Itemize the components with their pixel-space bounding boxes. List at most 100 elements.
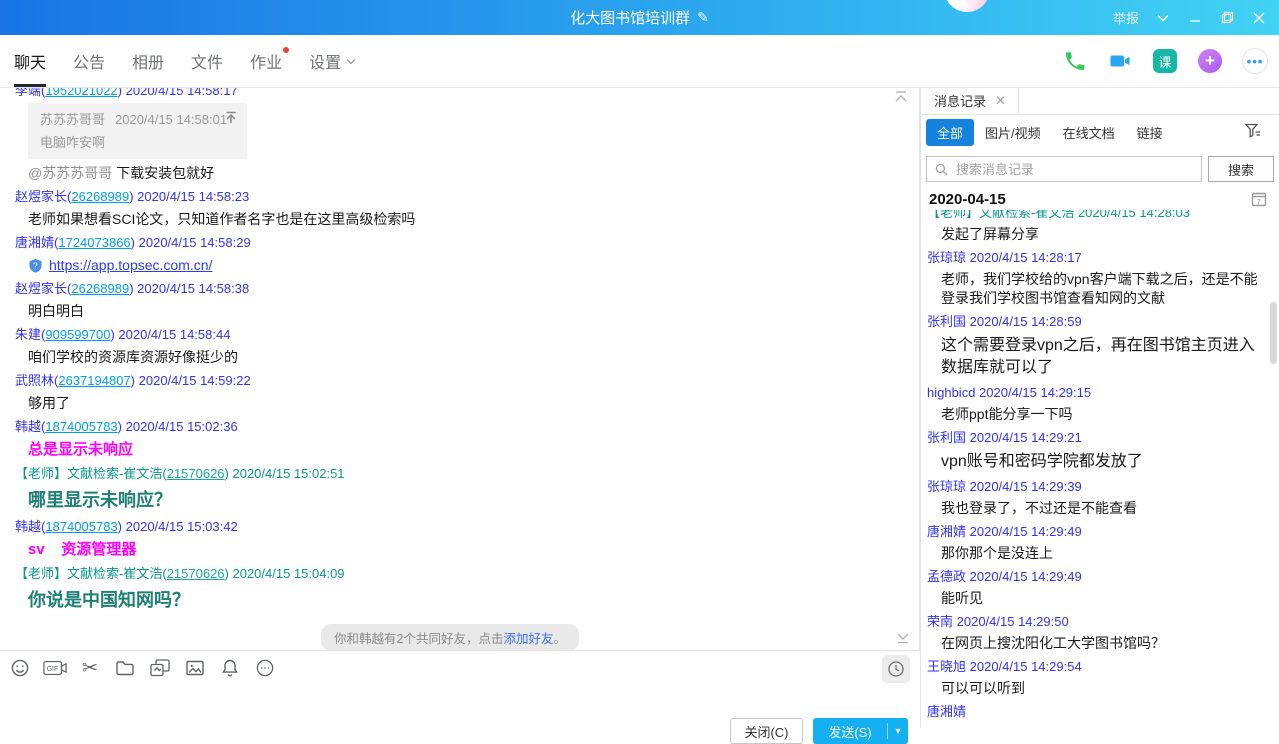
author-name: 【老师】文献检索-崔文浩 xyxy=(927,210,1074,220)
filter-images-videos[interactable]: 图片/视频 xyxy=(974,119,1052,146)
restore-button[interactable] xyxy=(1213,5,1241,31)
tab-files[interactable]: 文件 xyxy=(191,35,223,87)
message-text: 老师，我们学校给的vpn客户端下载之后，还是不能登录我们学校图书馆查看知网的文献 xyxy=(941,270,1269,308)
tab-album[interactable]: 相册 xyxy=(132,35,164,87)
qq-number-link[interactable]: 909599700 xyxy=(45,327,110,342)
svg-text:?: ? xyxy=(33,260,38,270)
message-text: @苏苏苏哥哥 下载安装包就好 xyxy=(28,165,885,182)
author-name: 唐湘婧 xyxy=(927,524,966,539)
search-box[interactable] xyxy=(926,156,1202,182)
author-name: 唐湘婧 xyxy=(15,235,54,250)
author-name: 韩越 xyxy=(15,419,41,434)
settings-caret-icon xyxy=(346,58,356,65)
message-author-line: 唐湘婧 2020/4/15 14:29:49 xyxy=(927,523,1269,540)
message-time: 2020/4/15 14:29:21 xyxy=(966,430,1082,445)
author-name: 赵煜家长 xyxy=(15,189,67,204)
message-author-line: 武照林(2637194807) 2020/4/15 14:59:22 xyxy=(15,372,885,389)
send-options-caret-icon[interactable]: ▾ xyxy=(888,726,908,737)
calendar-icon[interactable]: 7 xyxy=(1251,191,1267,207)
tab-settings[interactable]: 设置 xyxy=(309,35,356,87)
minimize-button[interactable] xyxy=(1181,5,1209,31)
search-input[interactable] xyxy=(954,161,1193,178)
filter-online-docs[interactable]: 在线文档 xyxy=(1052,119,1126,146)
tab-homework[interactable]: 作业 xyxy=(250,35,282,87)
input-area[interactable]: GIF ✂ xyxy=(0,650,920,728)
more-tools-icon[interactable] xyxy=(253,656,277,680)
message-time: 2020/4/15 15:02:36 xyxy=(122,419,238,434)
qq-number-link[interactable]: 21570626 xyxy=(167,466,225,481)
invite-member-icon[interactable]: + xyxy=(1197,48,1223,74)
folder-icon[interactable] xyxy=(113,656,137,680)
message-text: 总是显示未响应 xyxy=(28,440,885,459)
svg-text:7: 7 xyxy=(1257,197,1261,206)
history-tab-close-icon[interactable]: ✕ xyxy=(995,93,1006,109)
message-time: 2020/4/15 14:28:03 xyxy=(1074,210,1190,220)
message-author-line: 唐湘婧 xyxy=(927,703,1269,720)
author-name: 孟德政 xyxy=(927,569,966,584)
message-text: 老师如果想看SCI论文，只知道作者名字也是在这里高级检索吗 xyxy=(28,211,885,228)
tab-chat[interactable]: 聊天 xyxy=(14,35,46,87)
qq-number-link[interactable]: 1952021022 xyxy=(45,87,117,98)
screenshot-icon[interactable]: ✂ xyxy=(78,656,102,680)
author-name: 荣南 xyxy=(927,614,953,629)
message-author-line: 荣南 2020/4/15 14:29:50 xyxy=(927,613,1269,630)
more-actions-icon[interactable]: ••• xyxy=(1242,48,1268,74)
qq-number-link[interactable]: 2637194807 xyxy=(58,373,130,388)
close-window-button[interactable] xyxy=(1245,5,1273,31)
mention-link[interactable]: @苏苏苏哥哥 xyxy=(28,165,112,181)
qq-number-link[interactable]: 1874005783 xyxy=(45,519,117,534)
history-message-list: 【老师】文献检索-崔文浩 2020/4/15 14:28:03发起了屏幕分享张琼… xyxy=(927,210,1269,728)
message-author-line: 【老师】文献检索-崔文浩(21570626) 2020/4/15 15:04:0… xyxy=(15,565,885,582)
message-author-line: 张琼琼 2020/4/15 14:29:39 xyxy=(927,478,1269,495)
qq-number-link[interactable]: 26268989 xyxy=(71,281,129,296)
send-button[interactable]: 发送(S) ▾ xyxy=(813,718,908,744)
message-history-clock-icon[interactable] xyxy=(882,655,910,683)
message-time: 2020/4/15 14:28:17 xyxy=(966,250,1082,265)
message-text: 哪里显示未响应？ xyxy=(28,488,885,512)
bell-icon[interactable] xyxy=(218,656,242,680)
filter-all[interactable]: 全部 xyxy=(926,119,974,146)
voice-call-icon[interactable] xyxy=(1062,48,1088,74)
course-icon[interactable]: 课 xyxy=(1152,48,1178,74)
history-filters: 全部 图片/视频 在线文档 链接 xyxy=(926,120,1174,145)
image-icon[interactable] xyxy=(183,656,207,680)
edit-title-icon[interactable]: ✎ xyxy=(697,9,709,26)
report-button[interactable]: 举报 xyxy=(1107,8,1145,27)
message-author-line: 韩越(1874005783) 2020/4/15 15:02:36 xyxy=(15,418,885,435)
message-text: 这个需要登录vpn之后，再在图书馆主页进入数据库就可以了 xyxy=(941,335,1269,379)
qq-number-link[interactable]: 26268989 xyxy=(71,189,129,204)
message-author-line: 王晓旭 2020/4/15 14:29:54 xyxy=(927,658,1269,675)
history-scrollbar-thumb[interactable] xyxy=(1270,302,1277,364)
history-tab[interactable]: 消息记录 ✕ xyxy=(921,87,1019,114)
message-author-line: 张利国 2020/4/15 14:29:21 xyxy=(927,429,1269,446)
jump-to-message-icon[interactable] xyxy=(224,111,238,124)
message-time: 2020/4/15 14:58:44 xyxy=(115,327,231,342)
emoji-icon[interactable] xyxy=(8,656,32,680)
message-author-line: 【老师】文献检索-崔文浩 2020/4/15 14:28:03 xyxy=(927,210,1269,221)
message-text: 咱们学校的资源库资源好像挺少的 xyxy=(28,349,885,366)
qq-number-link[interactable]: 1724073866 xyxy=(58,235,130,250)
filter-funnel-icon[interactable] xyxy=(1245,123,1261,138)
message-url-link[interactable]: https://app.topsec.com.cn/ xyxy=(49,257,212,274)
video-call-icon[interactable] xyxy=(1107,48,1133,74)
filter-links[interactable]: 链接 xyxy=(1126,119,1174,146)
search-button[interactable]: 搜索 xyxy=(1208,156,1274,182)
message-author-line: 李端(1952021022) 2020/4/15 14:58:17 xyxy=(15,87,885,99)
qq-number-link[interactable]: 21570626 xyxy=(167,566,225,581)
tab-announcement[interactable]: 公告 xyxy=(73,35,105,87)
gif-icon[interactable]: GIF xyxy=(43,656,67,680)
homework-badge xyxy=(283,47,289,53)
scroll-to-bottom-icon[interactable] xyxy=(895,632,911,644)
screen-share-icon[interactable] xyxy=(148,656,172,680)
add-friend-link[interactable]: 添加好友 xyxy=(503,632,553,646)
scroll-to-top-icon[interactable] xyxy=(893,90,909,104)
gif-label: GIF xyxy=(47,666,59,673)
close-chat-button[interactable]: 关闭(C) xyxy=(730,718,803,744)
report-dropdown-icon[interactable] xyxy=(1149,5,1177,31)
message-time: 2020/4/15 14:59:22 xyxy=(135,373,251,388)
quoted-message[interactable]: 苏苏苏哥哥2020/4/15 14:58:01电脑咋安啊 xyxy=(28,103,247,159)
message-history-panel: 消息记录 ✕ 全部 图片/视频 在线文档 链接 搜索 2020-04-15 7 … xyxy=(920,87,1279,728)
nav-tabbar: 聊天 公告 相册 文件 作业 设置 课 + ••• xyxy=(0,35,1279,88)
author-name: 赵煜家长 xyxy=(15,281,67,296)
qq-number-link[interactable]: 1874005783 xyxy=(45,419,117,434)
